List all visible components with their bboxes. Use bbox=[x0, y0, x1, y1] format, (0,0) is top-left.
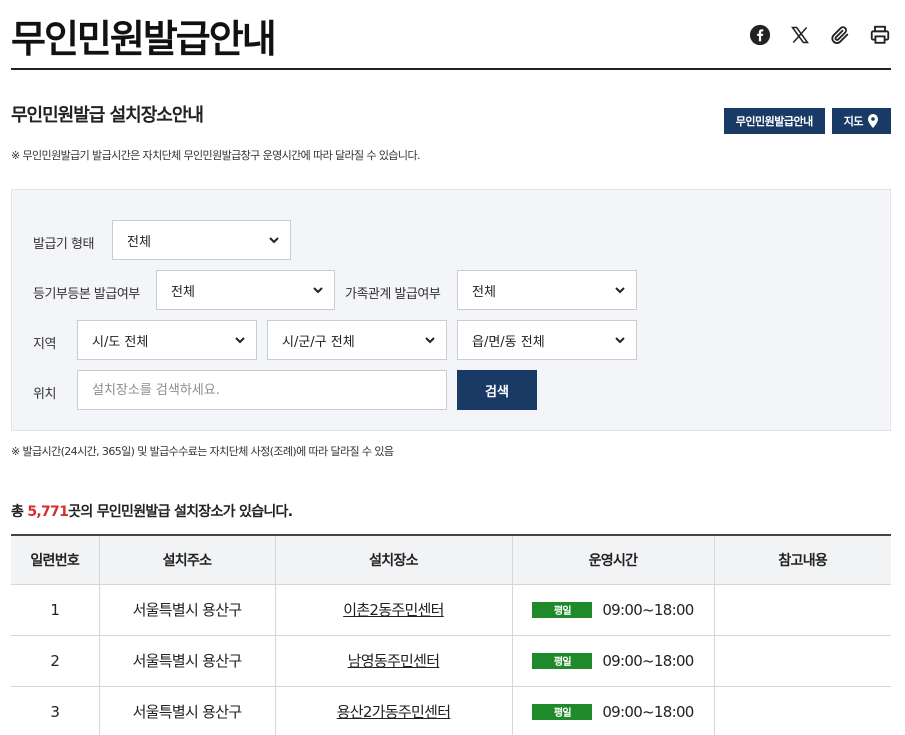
location-label: 위치 bbox=[33, 387, 56, 402]
page-title: 무인민원발급안내 bbox=[11, 17, 277, 61]
table-row: 1 서울특별시 용산구 이촌2동주민센터 평일 09:00~18:00 bbox=[11, 584, 891, 636]
sido-value: 시/도 전체 bbox=[92, 334, 149, 350]
result-count-suffix: 곳의 무인민원발급 설치장소가 있습니다. bbox=[68, 504, 293, 520]
chevron-down-icon bbox=[269, 237, 279, 244]
result-count-prefix: 총 bbox=[11, 504, 28, 520]
cell-hours: 평일 09:00~18:00 bbox=[512, 686, 715, 735]
cell-place: 남영동주민센터 bbox=[275, 635, 513, 687]
sigungu-value: 시/군/구 전체 bbox=[282, 334, 355, 350]
title-divider bbox=[11, 68, 891, 70]
cell-place: 이촌2동주민센터 bbox=[275, 584, 513, 636]
result-count-number: 5,771 bbox=[27, 504, 69, 520]
cell-notes bbox=[714, 686, 891, 735]
header-hours: 운영시간 bbox=[512, 534, 715, 585]
header-serial: 일련번호 bbox=[11, 534, 100, 585]
guide-button[interactable]: 무인민원발급안내 bbox=[723, 108, 825, 134]
issuer-type-value: 전체 bbox=[127, 234, 151, 250]
place-link[interactable]: 용산2가동주민센터 bbox=[337, 703, 451, 721]
hours-text: 09:00~18:00 bbox=[602, 651, 694, 670]
header-notes: 참고내용 bbox=[714, 534, 891, 585]
x-icon[interactable] bbox=[789, 24, 811, 46]
hours-text: 09:00~18:00 bbox=[602, 600, 694, 619]
results-table: 일련번호 설치주소 설치장소 운영시간 참고내용 1 서울특별시 용산구 이촌2… bbox=[11, 534, 891, 735]
header-place: 설치장소 bbox=[275, 534, 513, 585]
map-button-label: 지도 bbox=[843, 115, 864, 128]
table-row: 3 서울특별시 용산구 용산2가동주민센터 평일 09:00~18:00 bbox=[11, 686, 891, 735]
cell-serial: 3 bbox=[11, 686, 100, 735]
eupmyeondong-select[interactable]: 읍/면/동 전체 bbox=[457, 320, 637, 360]
share-toolbar bbox=[749, 24, 891, 46]
chevron-down-icon bbox=[235, 337, 245, 344]
place-link[interactable]: 남영동주민센터 bbox=[348, 652, 440, 670]
cell-notes bbox=[714, 635, 891, 687]
registry-select[interactable]: 전체 bbox=[156, 270, 335, 310]
chevron-down-icon bbox=[615, 337, 625, 344]
weekday-badge: 평일 bbox=[532, 652, 593, 669]
location-search-input[interactable] bbox=[92, 382, 432, 398]
cell-notes bbox=[714, 584, 891, 636]
notice-bottom: ※ 발급시간(24시간, 365일) 및 발급수수료는 자치단체 사정(조례)에… bbox=[11, 445, 394, 458]
family-select[interactable]: 전체 bbox=[457, 270, 637, 310]
guide-button-label: 무인민원발급안내 bbox=[735, 115, 813, 128]
cell-hours: 평일 09:00~18:00 bbox=[512, 635, 715, 687]
eupmyeondong-value: 읍/면/동 전체 bbox=[472, 334, 545, 350]
sido-select[interactable]: 시/도 전체 bbox=[77, 320, 257, 360]
paperclip-icon[interactable] bbox=[829, 24, 851, 46]
facebook-icon[interactable] bbox=[749, 24, 771, 46]
notice-top: ※ 무인민원발급기 발급시간은 자치단체 무인민원발급창구 운영시간에 따라 달… bbox=[11, 149, 420, 162]
cell-place: 용산2가동주민센터 bbox=[275, 686, 513, 735]
filter-panel: 발급기 형태 전체 등기부등본 발급여부 전체 가족관계 발급여부 전체 지역 … bbox=[11, 189, 891, 431]
registry-label: 등기부등본 발급여부 bbox=[33, 287, 140, 302]
family-value: 전체 bbox=[472, 284, 496, 300]
cell-address: 서울특별시 용산구 bbox=[99, 635, 276, 687]
weekday-badge: 평일 bbox=[532, 601, 593, 618]
table-header-row: 일련번호 설치주소 설치장소 운영시간 참고내용 bbox=[11, 534, 891, 585]
result-count: 총 5,771곳의 무인민원발급 설치장소가 있습니다. bbox=[11, 501, 293, 521]
chevron-down-icon bbox=[615, 287, 625, 294]
map-button[interactable]: 지도 bbox=[831, 108, 891, 134]
cell-address: 서울특별시 용산구 bbox=[99, 686, 276, 735]
place-link[interactable]: 이촌2동주민센터 bbox=[343, 601, 444, 619]
cell-hours: 평일 09:00~18:00 bbox=[512, 584, 715, 636]
cell-serial: 1 bbox=[11, 584, 100, 636]
cell-address: 서울특별시 용산구 bbox=[99, 584, 276, 636]
chevron-down-icon bbox=[425, 337, 435, 344]
chevron-down-icon bbox=[313, 287, 323, 294]
cell-serial: 2 bbox=[11, 635, 100, 687]
registry-value: 전체 bbox=[171, 284, 195, 300]
region-label: 지역 bbox=[33, 337, 56, 352]
family-label: 가족관계 발급여부 bbox=[345, 287, 441, 302]
map-pin-icon bbox=[868, 114, 878, 128]
location-search-field bbox=[77, 370, 447, 410]
print-icon[interactable] bbox=[869, 24, 891, 46]
header-address: 설치주소 bbox=[99, 534, 276, 585]
section-actions: 무인민원발급안내 지도 bbox=[723, 108, 891, 134]
weekday-badge: 평일 bbox=[532, 703, 593, 720]
section-title: 무인민원발급 설치장소안내 bbox=[11, 105, 204, 126]
hours-text: 09:00~18:00 bbox=[602, 702, 694, 721]
issuer-type-label: 발급기 형태 bbox=[33, 237, 94, 252]
search-button[interactable]: 검색 bbox=[457, 370, 537, 410]
table-row: 2 서울특별시 용산구 남영동주민센터 평일 09:00~18:00 bbox=[11, 635, 891, 687]
sigungu-select[interactable]: 시/군/구 전체 bbox=[267, 320, 447, 360]
issuer-type-select[interactable]: 전체 bbox=[112, 220, 291, 260]
